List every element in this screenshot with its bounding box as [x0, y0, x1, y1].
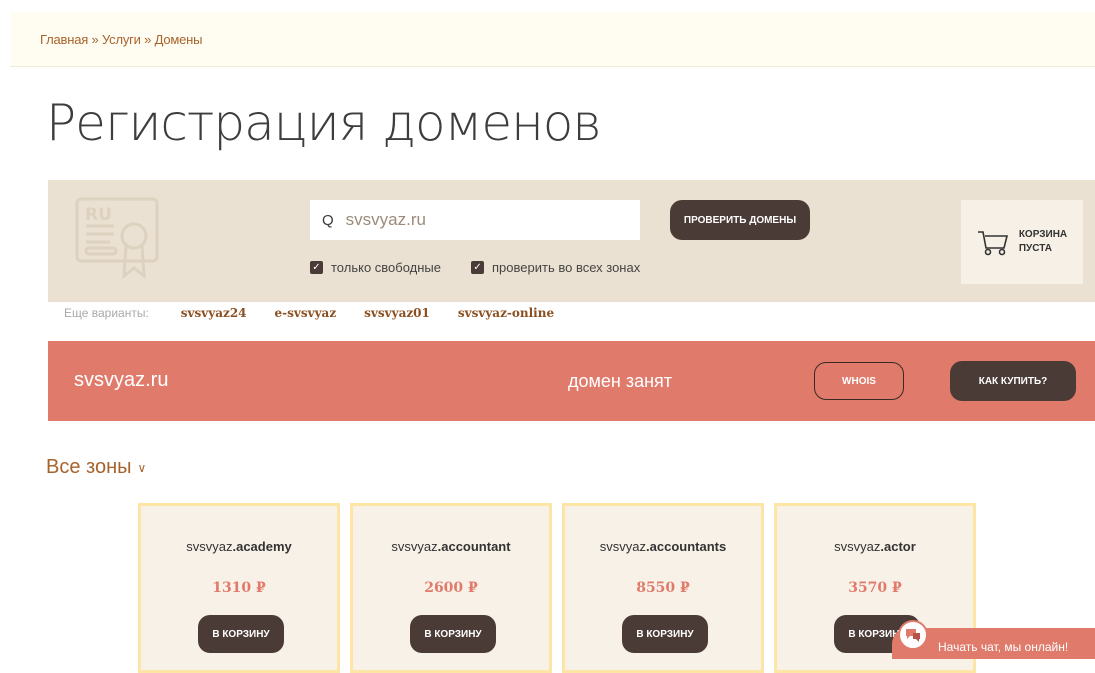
search-icon: Ԛ	[322, 211, 334, 229]
breadcrumb-home[interactable]: Главная	[40, 32, 88, 47]
variant-link[interactable]: svsvyaz-online	[458, 306, 554, 320]
breadcrumb-services[interactable]: Услуги	[102, 32, 141, 47]
zone-card-domain: svsvyaz.accountant	[391, 539, 511, 554]
cart-widget[interactable]: КОРЗИНА ПУСТА	[961, 200, 1083, 284]
search-result-bar: svsvyaz.ru домен занят WHOIS КАК КУПИТЬ?	[48, 341, 1095, 421]
breadcrumb: Главная » Услуги » Домены	[40, 32, 202, 47]
page-title: Регистрация доменов	[46, 94, 602, 152]
add-to-cart-button[interactable]: В КОРЗИНУ	[622, 615, 708, 653]
breadcrumb-separator: »	[91, 32, 99, 47]
add-to-cart-button[interactable]: В КОРЗИНУ	[410, 615, 496, 653]
cart-status: КОРЗИНА ПУСТА	[1019, 228, 1067, 256]
zone-card: svsvyaz.academy 1310 ₽ В КОРЗИНУ	[138, 503, 340, 673]
zone-card-domain: svsvyaz.academy	[186, 539, 292, 554]
how-to-buy-button[interactable]: КАК КУПИТЬ?	[950, 361, 1076, 401]
zone-card: svsvyaz.accountants 8550 ₽ В КОРЗИНУ	[562, 503, 764, 673]
chat-widget[interactable]: Начать чат, мы онлайн!	[892, 620, 1095, 659]
all-zones-title: Все зоны	[46, 456, 132, 478]
zone-card-price: 3570 ₽	[848, 580, 902, 596]
cart-empty-label: ПУСТА	[1018, 243, 1052, 254]
domain-search-panel: RU Ԛ ПРОВЕРИТЬ ДОМЕНЫ ✓ только свободные…	[48, 180, 1095, 302]
variant-link[interactable]: svsvyaz01	[364, 306, 430, 320]
certificate-icon: RU	[75, 197, 159, 280]
search-options: ✓ только свободные ✓ проверить во всех з…	[310, 260, 640, 275]
cart-icon	[977, 231, 1008, 256]
cart-label: КОРЗИНА	[1018, 229, 1068, 240]
zone-card-price: 8550 ₽	[636, 580, 690, 596]
chat-bubble-icon	[898, 620, 928, 650]
breadcrumb-separator: »	[144, 32, 152, 47]
result-status: домен занят	[568, 371, 673, 391]
variants-label: Еще варианты:	[64, 306, 149, 320]
zone-cards: svsvyaz.academy 1310 ₽ В КОРЗИНУ svsvyaz…	[138, 503, 976, 673]
variant-link[interactable]: e-svsvyaz	[275, 306, 337, 320]
svg-text:RU: RU	[85, 205, 112, 225]
check-domains-button[interactable]: ПРОВЕРИТЬ ДОМЕНЫ	[670, 200, 810, 240]
all-zones-option[interactable]: ✓ проверить во всех зонах	[471, 260, 640, 275]
add-to-cart-button[interactable]: В КОРЗИНУ	[198, 615, 284, 653]
variant-link[interactable]: svsvyaz24	[181, 306, 247, 320]
domain-variants: Еще варианты: svsvyaz24 e-svsvyaz svsvya…	[64, 306, 554, 320]
chevron-down-icon: ∨	[137, 460, 147, 475]
only-free-option[interactable]: ✓ только свободные	[310, 260, 441, 275]
chat-label: Начать чат, мы онлайн!	[938, 640, 1069, 654]
zone-card-domain: svsvyaz.actor	[834, 539, 916, 554]
zone-card: svsvyaz.accountant 2600 ₽ В КОРЗИНУ	[350, 503, 552, 673]
zone-card-domain: svsvyaz.accountants	[599, 539, 727, 554]
breadcrumb-domains: Домены	[154, 32, 203, 47]
search-box: Ԛ	[310, 200, 640, 240]
checkbox-checked-icon[interactable]: ✓	[310, 261, 323, 274]
zone-card-price: 2600 ₽	[424, 580, 478, 596]
breadcrumb-bar: Главная » Услуги » Домены	[10, 12, 1095, 67]
domain-search-input[interactable]	[343, 209, 628, 231]
checkbox-checked-icon[interactable]: ✓	[471, 261, 485, 274]
all-zones-toggle[interactable]: Все зоны ∨	[46, 456, 146, 479]
only-free-label: только свободные	[331, 260, 442, 275]
result-domain: svsvyaz.ru	[74, 369, 169, 391]
zone-card-price: 1310 ₽	[212, 580, 266, 596]
whois-button[interactable]: WHOIS	[814, 362, 904, 400]
all-zones-label: проверить во всех зонах	[492, 260, 641, 275]
